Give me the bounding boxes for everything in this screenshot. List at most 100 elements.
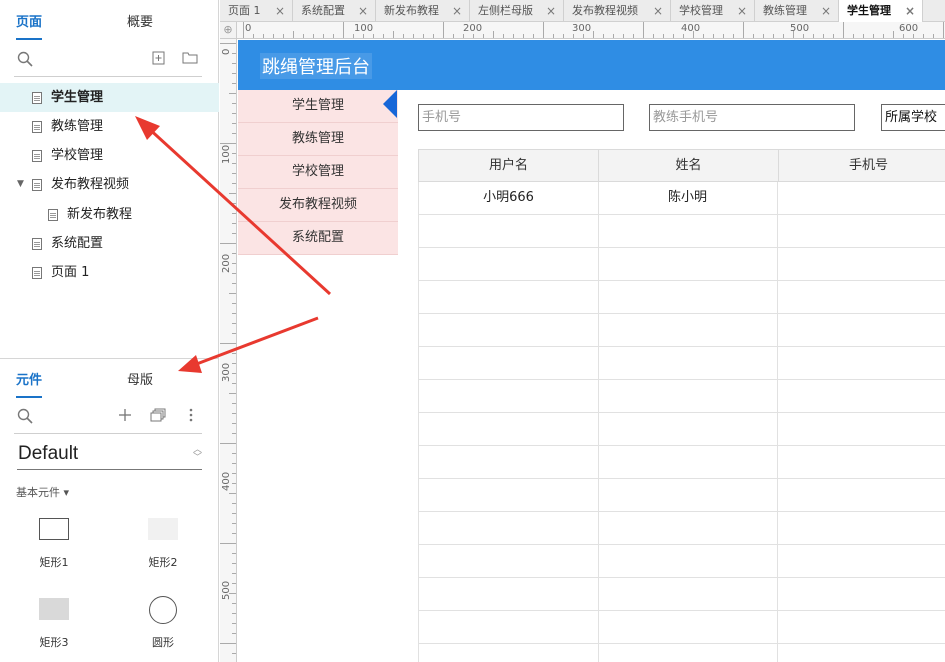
- table-row[interactable]: [418, 347, 945, 380]
- ruler-tick: [273, 34, 274, 38]
- widget-rectangle-3[interactable]: 矩形3: [24, 598, 84, 658]
- rectangle-shape-icon: [39, 598, 69, 620]
- ruler-label: 0: [245, 23, 252, 34]
- close-icon[interactable]: ×: [358, 0, 368, 22]
- table-cell: [418, 611, 599, 644]
- table-row[interactable]: [418, 611, 945, 644]
- tab-outline[interactable]: 概要: [127, 6, 153, 40]
- doc-tab-label: 学生管理: [847, 4, 891, 17]
- search-icon[interactable]: [16, 51, 34, 69]
- table-header-username[interactable]: 用户名: [418, 149, 599, 182]
- close-icon[interactable]: ×: [737, 0, 747, 22]
- library-select[interactable]: Default ︿ ﹀: [17, 441, 202, 470]
- page-item-publish-video[interactable]: ▼ 发布教程视频: [0, 170, 219, 199]
- ruler-tick: [703, 34, 704, 38]
- more-options-icon[interactable]: [182, 408, 200, 426]
- menu-item-coach-management[interactable]: 教练管理: [238, 123, 398, 156]
- doc-tab[interactable]: 教练管理 ×: [755, 0, 839, 22]
- doc-tab[interactable]: 发布教程视频 ×: [564, 0, 671, 22]
- table-row[interactable]: [418, 281, 945, 314]
- table-row[interactable]: [418, 314, 945, 347]
- ruler-tick: [763, 34, 764, 38]
- library-toolbar: [14, 400, 202, 434]
- close-icon[interactable]: ×: [905, 0, 915, 22]
- library-section-title[interactable]: 基本元件 ▾: [16, 484, 69, 500]
- table-row[interactable]: [418, 413, 945, 446]
- menu-item-system-config[interactable]: 系统配置: [238, 222, 398, 255]
- table-row[interactable]: [418, 215, 945, 248]
- ruler-tick: [543, 22, 544, 38]
- table-row[interactable]: [418, 380, 945, 413]
- table-row[interactable]: [418, 644, 945, 662]
- ruler-tick: [413, 34, 414, 38]
- table-row[interactable]: [418, 479, 945, 512]
- page-item-school-management[interactable]: 学校管理: [0, 141, 219, 170]
- table-cell: [418, 644, 599, 662]
- tab-pages[interactable]: 页面: [16, 6, 43, 40]
- ruler-tick: [843, 22, 844, 38]
- close-icon[interactable]: ×: [821, 0, 831, 22]
- table-row[interactable]: 小明666 陈小明: [418, 182, 945, 215]
- expand-arrow-icon[interactable]: ▼: [17, 170, 24, 199]
- page-item-student-management[interactable]: 学生管理: [0, 83, 219, 112]
- table-row[interactable]: [418, 578, 945, 611]
- page-item-system-config[interactable]: 系统配置: [0, 229, 219, 258]
- pages-toolbar: [14, 43, 202, 77]
- add-page-icon[interactable]: [150, 51, 168, 69]
- coach-phone-input[interactable]: 教练手机号: [649, 104, 855, 131]
- ruler-tick: [523, 34, 524, 38]
- page-item-label: 发布教程视频: [51, 177, 130, 192]
- table-row[interactable]: [418, 248, 945, 281]
- ruler-tick: [232, 383, 236, 384]
- ruler-tick: [232, 573, 236, 574]
- doc-tab-active[interactable]: 学生管理 ×: [839, 0, 923, 23]
- doc-tab[interactable]: 学校管理 ×: [671, 0, 755, 22]
- table-cell: [778, 347, 945, 380]
- page-item-label: 页面 1: [51, 265, 90, 280]
- ruler-tick: [232, 413, 236, 414]
- table-cell: [598, 479, 778, 512]
- ruler-tick: [243, 22, 244, 38]
- widget-rectangle-2[interactable]: 矩形2: [133, 518, 193, 578]
- tab-widgets[interactable]: 元件: [16, 364, 43, 398]
- close-icon[interactable]: ×: [653, 0, 663, 22]
- close-icon[interactable]: ×: [275, 0, 285, 22]
- add-library-icon[interactable]: [116, 408, 134, 426]
- phone-input[interactable]: 手机号: [418, 104, 624, 131]
- doc-tab[interactable]: 页面 1 ×: [220, 0, 293, 22]
- menu-item-school-management[interactable]: 学校管理: [238, 156, 398, 189]
- widget-rectangle-1[interactable]: 矩形1: [24, 518, 84, 578]
- doc-tab[interactable]: 左侧栏母版 ×: [470, 0, 564, 22]
- page-item-new-tutorial[interactable]: 新发布教程: [0, 200, 219, 229]
- ruler-tick: [673, 34, 674, 38]
- widget-circle[interactable]: 圆形: [133, 596, 193, 656]
- add-folder-icon[interactable]: [181, 51, 199, 69]
- doc-tab[interactable]: 系统配置 ×: [293, 0, 376, 22]
- table-header-phone[interactable]: 手机号: [778, 149, 945, 182]
- ruler-tick: [232, 273, 236, 274]
- table-row[interactable]: [418, 512, 945, 545]
- menu-item-publish-video[interactable]: 发布教程视频: [238, 189, 398, 222]
- library-stack-icon[interactable]: [149, 408, 167, 426]
- ruler-tick: [232, 603, 236, 604]
- close-icon[interactable]: ×: [452, 0, 462, 22]
- page-item-coach-management[interactable]: 教练管理: [0, 112, 219, 141]
- table-row[interactable]: [418, 446, 945, 479]
- table-header-name[interactable]: 姓名: [598, 149, 779, 182]
- tab-masters[interactable]: 母版: [127, 364, 153, 398]
- doc-tab[interactable]: 新发布教程 ×: [376, 0, 470, 22]
- page-item-page-1[interactable]: 页面 1: [0, 258, 219, 287]
- ruler-tick: [229, 293, 236, 294]
- ruler-tick: [373, 34, 374, 38]
- document-tab-bar: 页面 1 × 系统配置 × 新发布教程 × 左侧栏母版 × 发布教程视频 × 学校管理 × …: [220, 0, 945, 23]
- ruler-origin-icon[interactable]: ⊕: [220, 22, 237, 39]
- search-icon[interactable]: [16, 408, 34, 426]
- table-cell: [418, 413, 599, 446]
- school-select[interactable]: 所属学校: [881, 104, 945, 131]
- close-icon[interactable]: ×: [546, 0, 556, 22]
- ruler-tick: [232, 323, 236, 324]
- menu-item-student-management[interactable]: 学生管理: [238, 90, 398, 123]
- design-canvas[interactable]: 跳绳管理后台 学生管理 教练管理 学校管理 发布教程视频 系统配置 手机号 教练…: [238, 40, 945, 662]
- table-row[interactable]: [418, 545, 945, 578]
- active-menu-pointer-icon: [383, 90, 397, 118]
